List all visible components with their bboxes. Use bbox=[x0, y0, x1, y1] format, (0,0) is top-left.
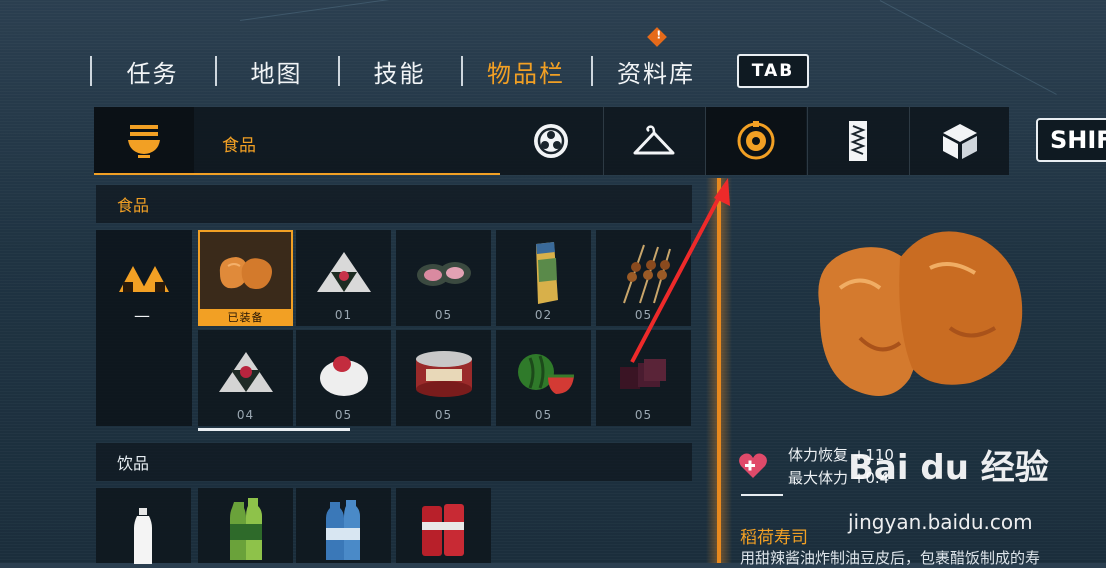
tab-map[interactable]: 地图 bbox=[215, 50, 338, 92]
tab-label: 地图 bbox=[250, 59, 303, 88]
drink-slot[interactable] bbox=[198, 488, 293, 563]
tab-label: 任务 bbox=[126, 59, 179, 88]
mineral-water-icon bbox=[326, 500, 360, 560]
item-name: 稻荷寿司 bbox=[740, 528, 808, 548]
item-count: 已装备 bbox=[198, 309, 293, 326]
tab-divider bbox=[338, 56, 340, 86]
food-category-icon bbox=[119, 266, 169, 292]
daifuku-icon bbox=[319, 356, 368, 397]
tab-label: 资料库 bbox=[617, 59, 695, 88]
meat-wrap-icon bbox=[416, 262, 471, 287]
green-tea-icon bbox=[230, 498, 262, 560]
stamina-heart-icon bbox=[739, 453, 767, 478]
category-underline bbox=[94, 173, 500, 175]
item-count: 05 bbox=[434, 308, 453, 322]
tab-divider bbox=[90, 56, 92, 86]
rice-ball-pickled-icon bbox=[218, 352, 273, 393]
red-arrow-annotation bbox=[630, 178, 730, 363]
item-description: 用甜辣酱油炸制油豆皮后，包裹醋饭制成的寿 bbox=[740, 549, 1041, 567]
item-slot[interactable]: 04 bbox=[198, 330, 293, 426]
bg-streak bbox=[239, 0, 458, 21]
item-slot[interactable]: 02 bbox=[496, 230, 591, 326]
section-title: 食品 bbox=[117, 196, 150, 215]
item-count: 05 bbox=[434, 408, 453, 422]
category-device-button[interactable] bbox=[706, 107, 806, 175]
category-material-button[interactable] bbox=[910, 107, 1010, 175]
item-slot[interactable]: 已装备 bbox=[198, 230, 293, 326]
item-slot[interactable]: 01 bbox=[296, 230, 391, 326]
item-count: 05 bbox=[634, 408, 653, 422]
item-slot[interactable]: 05 bbox=[296, 330, 391, 426]
stat-underline bbox=[741, 494, 783, 496]
rice-ball-icon bbox=[316, 252, 371, 293]
fried-tofu-sushi-icon bbox=[219, 257, 272, 290]
item-count: 01 bbox=[334, 308, 353, 322]
equipped-slot[interactable]: — bbox=[96, 230, 192, 426]
item-slot[interactable]: 05 bbox=[396, 330, 491, 426]
shift-key-button[interactable]: SHIF bbox=[1036, 118, 1106, 162]
item-count: 04 bbox=[236, 408, 255, 422]
drink-slot[interactable] bbox=[396, 488, 491, 563]
tab-tasks[interactable]: 任务 bbox=[90, 50, 215, 92]
tab-divider bbox=[461, 56, 463, 86]
category-food-button[interactable] bbox=[94, 107, 194, 175]
watermark-main: Bai du 经验 bbox=[848, 448, 1049, 488]
category-clothes-button[interactable] bbox=[604, 107, 704, 175]
tab-divider bbox=[215, 56, 217, 86]
cube-icon bbox=[943, 124, 977, 159]
category-bar: 食品 bbox=[94, 107, 1009, 175]
hanger-icon bbox=[633, 125, 675, 155]
item-slot[interactable]: 05 bbox=[396, 230, 491, 326]
watermelon-icon bbox=[517, 354, 574, 395]
canned-fish-icon bbox=[415, 351, 472, 398]
category-gear-button[interactable] bbox=[501, 107, 601, 175]
food-section-header: 食品 bbox=[96, 185, 692, 223]
bg-streak bbox=[879, 0, 1057, 95]
item-count: 05 bbox=[334, 408, 353, 422]
watermark-url: jingyan.baidu.com bbox=[848, 510, 1033, 534]
drink-slot[interactable] bbox=[96, 488, 191, 564]
alert-icon bbox=[647, 27, 667, 47]
tab-key-button[interactable]: TAB bbox=[737, 54, 809, 88]
tab-inventory[interactable]: 物品栏 bbox=[461, 50, 591, 92]
tab-divider bbox=[591, 56, 593, 86]
drink-section-header: 饮品 bbox=[96, 443, 692, 481]
food-scrollbar[interactable] bbox=[198, 428, 350, 431]
tab-label: 技能 bbox=[373, 59, 426, 88]
item-count: 02 bbox=[534, 308, 553, 322]
category-label: 食品 bbox=[222, 136, 256, 156]
wrapped-snack-icon bbox=[535, 242, 558, 305]
item-preview-image bbox=[818, 231, 1023, 396]
canned-drink-icon bbox=[422, 504, 464, 556]
equipped-dash: — bbox=[134, 306, 150, 325]
item-count: 05 bbox=[534, 408, 553, 422]
water-bottle-icon bbox=[134, 508, 152, 564]
scroll-icon bbox=[849, 121, 867, 161]
category-scroll-button[interactable] bbox=[808, 107, 908, 175]
food-bowl-icon bbox=[128, 125, 160, 158]
item-slot[interactable]: 05 bbox=[496, 330, 591, 426]
tab-skills[interactable]: 技能 bbox=[338, 50, 461, 92]
top-tab-bar: 任务 地图 技能 物品栏 资料库 bbox=[90, 50, 721, 92]
tab-database[interactable]: 资料库 bbox=[591, 50, 721, 92]
speaker-icon bbox=[737, 121, 775, 160]
tab-label: 物品栏 bbox=[487, 59, 565, 88]
soccer-ball-icon bbox=[534, 124, 568, 158]
drink-slot[interactable] bbox=[296, 488, 391, 563]
section-title: 饮品 bbox=[117, 454, 150, 473]
